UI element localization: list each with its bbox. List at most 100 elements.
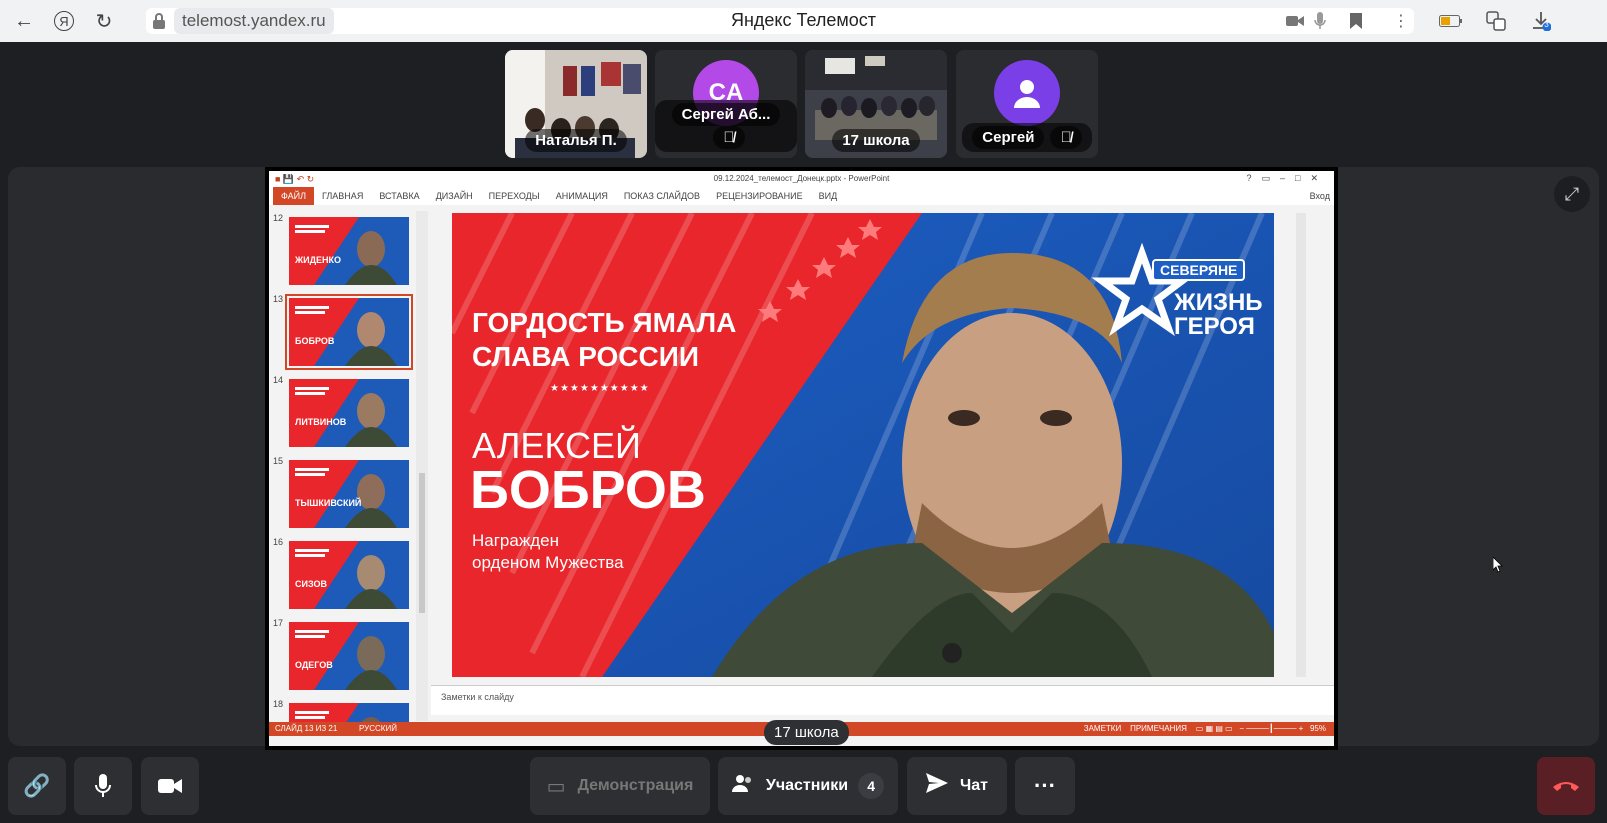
url-text[interactable]: telemost.yandex.ru — [174, 8, 334, 34]
ribbon-tab: АНИМАЦИЯ — [555, 191, 608, 201]
thumbnail-scrollbar — [416, 211, 428, 721]
camera-icon — [158, 779, 182, 793]
send-icon — [926, 773, 948, 799]
chat-label: Чат — [960, 777, 988, 794]
powerpoint-logo-icon: ■ 💾 ↶ ↻ — [275, 174, 315, 184]
thumbnail-number: 18 — [273, 699, 284, 709]
mouse-cursor-icon — [1493, 557, 1503, 573]
thumbnail-number: 12 — [273, 213, 284, 223]
microphone-icon — [95, 774, 111, 797]
ribbon-tab: ПОКАЗ СЛАЙДОВ — [623, 191, 701, 201]
thumbnail-label: ЖИДЕНКО — [295, 255, 342, 265]
ppt-ribbon: ФАЙЛ ГЛАВНАЯ ВСТАВКА ДИЗАЙН ПЕРЕХОДЫ АНИ… — [269, 187, 1334, 205]
slide-thumbnail[interactable]: ОДЕГОВ — [289, 622, 409, 690]
status-right: ЗАМЕТКИ ПРИМЕЧАНИЯ ▭ ▦ ▤ ▭ − ────┃──── +… — [1083, 724, 1326, 733]
participants-count: 4 — [858, 773, 885, 799]
mic-muted-icon: 🎙̸ — [713, 126, 745, 149]
slide-notes: Заметки к слайду — [431, 685, 1334, 715]
ribbon-tab: РЕЦЕНЗИРОВАНИЕ — [716, 191, 803, 201]
thumbnail-number: 16 — [273, 537, 284, 547]
thumbnail-number: 17 — [273, 618, 284, 628]
expand-icon[interactable]: ⤢ — [1554, 176, 1590, 212]
reload-icon[interactable]: ↻ — [84, 1, 124, 41]
slide-last-name: БОБРОВ — [470, 460, 706, 520]
speaker-label: 17 школа — [764, 720, 849, 745]
participant-name: 17 школа — [832, 129, 920, 152]
status-language: РУССКИЙ — [359, 724, 397, 733]
slide-thumbnail[interactable]: ТЫШКИВСКИЙ — [289, 460, 409, 528]
participants-button[interactable]: Участники 4 — [718, 757, 898, 815]
screen-share-button[interactable]: ▭ Демонстрация — [530, 757, 710, 815]
link-icon: 🔗 — [23, 773, 51, 798]
participant-name: Наталья П. — [525, 129, 627, 152]
back-arrow-icon[interactable]: ← — [4, 1, 44, 41]
more-dots-icon: ··· — [1034, 773, 1056, 798]
screen-share-label: Демонстрация — [577, 777, 694, 794]
status-slide: СЛАЙД 13 ИЗ 21 — [275, 724, 338, 733]
window-controls: ?▭–□✕ — [1246, 173, 1328, 183]
thumbnail-label: СИЗОВ — [295, 579, 327, 589]
bookmark-icon[interactable] — [1345, 10, 1367, 32]
status-comments: ПРИМЕЧАНИЯ — [1130, 724, 1187, 733]
thumbnail-number: 14 — [273, 375, 284, 385]
ribbon-tab: ПЕРЕХОДЫ — [488, 191, 540, 201]
lock-icon — [153, 13, 165, 29]
camera-icon[interactable] — [1284, 10, 1306, 32]
zoom-level: 95% — [1309, 724, 1326, 733]
thumbnail-number: 15 — [273, 456, 284, 466]
slide-canvas: ГОРДОСТЬ ЯМАЛА СЛАВА РОССИИ ★★★★★★★★★★ А… — [452, 213, 1274, 677]
slide-brand: СЕВЕРЯНЕ — [1152, 259, 1246, 281]
slide-thumbnail[interactable]: СИЗОВ — [289, 541, 409, 609]
thumbnail-label: БОБРОВ — [295, 336, 335, 346]
thumbnail-label: ОДЕГОВ — [295, 660, 333, 670]
microphone-icon[interactable] — [1309, 10, 1331, 32]
slide-stars: ★★★★★★★★★★ — [550, 383, 650, 394]
more-button[interactable]: ··· — [1015, 757, 1075, 815]
thumbnail-label: ЛИТВИНОВ — [295, 417, 347, 427]
menu-dots-icon[interactable]: ⋮ — [1390, 10, 1412, 32]
participant-tile[interactable]: Наталья П. — [505, 50, 647, 158]
slide-thumbnail[interactable]: ЛИТВИНОВ — [289, 379, 409, 447]
hang-up-button[interactable] — [1537, 757, 1595, 815]
chat-button[interactable]: Чат — [907, 757, 1007, 815]
ppt-window-title: 09.12.2024_телемост_Донецк.pptx - PowerP… — [269, 171, 1334, 187]
translate-icon[interactable] — [1485, 10, 1507, 32]
ribbon-tab: ВИД — [818, 191, 838, 201]
slide-brand: ГЕРОЯ — [1174, 313, 1255, 340]
participants-icon — [731, 774, 754, 798]
person-icon — [994, 60, 1060, 126]
slide-thumbnail[interactable] — [289, 703, 409, 722]
microphone-button[interactable] — [74, 757, 132, 815]
participant-tile[interactable]: Сергей 🎙̸ — [956, 50, 1098, 158]
ppt-login: Вход — [1309, 191, 1330, 201]
slide-award: Награжден — [472, 531, 559, 550]
participant-tile[interactable]: 17 школа — [805, 50, 947, 158]
ribbon-tab: ДИЗАЙН — [435, 191, 473, 201]
slide-thumbnail[interactable]: БОБРОВ — [285, 294, 413, 370]
status-notes: ЗАМЕТКИ — [1083, 724, 1122, 733]
thumbnail-number: 13 — [273, 294, 284, 304]
phone-hangup-icon — [1553, 782, 1579, 791]
ribbon-tab: ГЛАВНАЯ — [322, 191, 364, 201]
camera-button[interactable] — [141, 757, 199, 815]
slide-heading: СЛАВА РОССИИ — [472, 341, 699, 372]
ribbon-tab: ВСТАВКА — [379, 191, 420, 201]
screen-share-icon: ▭ — [546, 775, 566, 798]
participant-name: Сергей — [972, 126, 1045, 149]
copy-link-button[interactable]: 🔗 — [8, 757, 66, 815]
battery-icon — [1438, 10, 1464, 32]
ribbon-tab: ФАЙЛ — [273, 187, 315, 205]
yandex-logo-icon[interactable]: Я — [44, 1, 84, 41]
participant-tile[interactable]: CA Сергей Аб...🎙̸ — [655, 50, 797, 158]
download-badge: 3 — [1544, 20, 1549, 29]
slide-heading: ГОРДОСТЬ ЯМАЛА — [472, 307, 737, 338]
shared-screen: 09.12.2024_телемост_Донецк.pptx - PowerP… — [265, 167, 1338, 750]
slide-thumbnails: 12 ЖИДЕНКО 13 БОБРОВ 14 ЛИТВИНОВ 15 ТЫШКИВСКИЙ 1… — [269, 205, 431, 722]
download-icon[interactable]: 3 — [1530, 10, 1552, 32]
mic-muted-icon: 🎙̸ — [1050, 126, 1082, 149]
slide-scrollbar — [1296, 213, 1306, 677]
address-bar[interactable] — [146, 8, 1414, 34]
slide-award: орденом Мужества — [472, 553, 624, 572]
slide-thumbnail[interactable]: ЖИДЕНКО — [289, 217, 409, 285]
thumbnail-label: ТЫШКИВСКИЙ — [295, 498, 362, 508]
